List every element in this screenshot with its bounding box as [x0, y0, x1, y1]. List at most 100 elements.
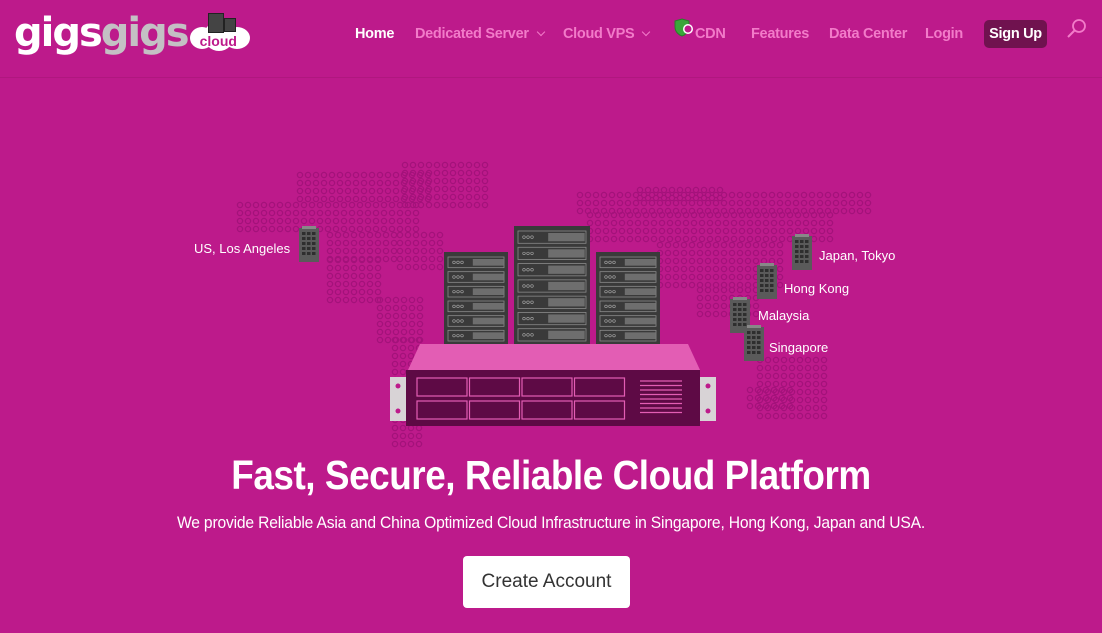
- sign-up-button[interactable]: Sign Up: [984, 20, 1047, 48]
- map-dot: [457, 201, 465, 209]
- map-dot: [396, 217, 404, 225]
- map-dot: [704, 199, 712, 207]
- map-dot: [720, 257, 728, 265]
- map-dot: [436, 255, 444, 263]
- map-dot: [334, 280, 342, 288]
- map-dot: [366, 280, 374, 288]
- map-dot: [300, 201, 308, 209]
- map-dot: [388, 217, 396, 225]
- map-dot: [776, 281, 784, 289]
- map-dot: [441, 201, 449, 209]
- create-account-button[interactable]: Create Account: [463, 556, 630, 608]
- map-dot: [358, 272, 366, 280]
- map-dot: [407, 424, 415, 432]
- server-rack: [596, 252, 660, 348]
- map-dot: [664, 199, 672, 207]
- map-dot: [449, 193, 457, 201]
- map-dot: [366, 296, 374, 304]
- map-dot: [672, 199, 680, 207]
- map-dot: [296, 171, 304, 179]
- map-dot: [399, 368, 407, 376]
- map-dot: [376, 320, 384, 328]
- map-dot: [712, 310, 720, 318]
- nav-login[interactable]: Login: [925, 20, 963, 48]
- map-dot: [364, 209, 372, 217]
- map-dot: [391, 432, 399, 440]
- map-dot: [399, 344, 407, 352]
- map-dot: [576, 191, 584, 199]
- map-dot: [304, 187, 312, 195]
- map-dot: [342, 239, 350, 247]
- map-dot: [415, 432, 423, 440]
- map-dot: [408, 312, 416, 320]
- map-dot: [768, 199, 776, 207]
- map-dot: [820, 412, 828, 420]
- map-dot: [350, 264, 358, 272]
- map-dot: [716, 194, 724, 202]
- map-dot: [756, 412, 764, 420]
- map-dot: [457, 177, 465, 185]
- map-dot: [788, 372, 796, 380]
- map-dot: [384, 336, 392, 344]
- map-dot: [634, 219, 642, 227]
- map-dot: [788, 356, 796, 364]
- map-dot: [441, 177, 449, 185]
- map-dot: [608, 199, 616, 207]
- map-dot: [820, 396, 828, 404]
- nav-dedicated-server[interactable]: Dedicated Server: [415, 20, 545, 48]
- map-dot: [336, 179, 344, 187]
- map-dot: [376, 336, 384, 344]
- logo[interactable]: gigs gigs cloud: [14, 10, 252, 56]
- map-dot: [720, 249, 728, 257]
- map-dot: [772, 364, 780, 372]
- map-dot: [696, 310, 704, 318]
- map-dot: [465, 161, 473, 169]
- map-dot: [690, 219, 698, 227]
- map-dot: [684, 194, 692, 202]
- map-dot: [752, 257, 760, 265]
- map-dot: [770, 235, 778, 243]
- map-dot: [244, 225, 252, 233]
- map-dot: [744, 249, 752, 257]
- map-dot: [276, 217, 284, 225]
- chevron-down-icon: [642, 27, 651, 37]
- map-dot: [840, 199, 848, 207]
- map-dot: [358, 239, 366, 247]
- map-dot: [326, 296, 334, 304]
- map-dot: [780, 412, 788, 420]
- map-dot: [832, 199, 840, 207]
- map-dot: [770, 219, 778, 227]
- map-dot: [768, 257, 776, 265]
- map-dot: [796, 396, 804, 404]
- map-dot: [312, 195, 320, 203]
- map-dot: [722, 227, 730, 235]
- map-dot: [738, 235, 746, 243]
- map-dot: [824, 191, 832, 199]
- map-dot: [364, 217, 372, 225]
- map-dot: [746, 394, 754, 402]
- nav-features[interactable]: Features: [751, 20, 809, 48]
- map-dot: [642, 219, 650, 227]
- nav-cloud-vps[interactable]: Cloud VPS: [563, 20, 651, 48]
- map-dot: [728, 199, 736, 207]
- map-dot: [796, 356, 804, 364]
- map-dot: [792, 191, 800, 199]
- map-dot: [342, 272, 350, 280]
- map-dot: [796, 412, 804, 420]
- map-dot: [796, 372, 804, 380]
- drive-bay: [573, 400, 626, 420]
- nav-home[interactable]: Home: [355, 20, 394, 48]
- map-dot: [236, 217, 244, 225]
- map-dot: [760, 249, 768, 257]
- map-dot: [744, 257, 752, 265]
- map-dot: [768, 241, 776, 249]
- map-dot: [820, 404, 828, 412]
- map-dot: [436, 263, 444, 271]
- search-icon[interactable]: [1066, 18, 1088, 40]
- map-dot: [390, 239, 398, 247]
- nav-data-center[interactable]: Data Center: [829, 20, 907, 48]
- nav-cdn[interactable]: CDN: [673, 18, 726, 48]
- map-dot: [342, 296, 350, 304]
- map-dot: [644, 194, 652, 202]
- map-dot: [780, 372, 788, 380]
